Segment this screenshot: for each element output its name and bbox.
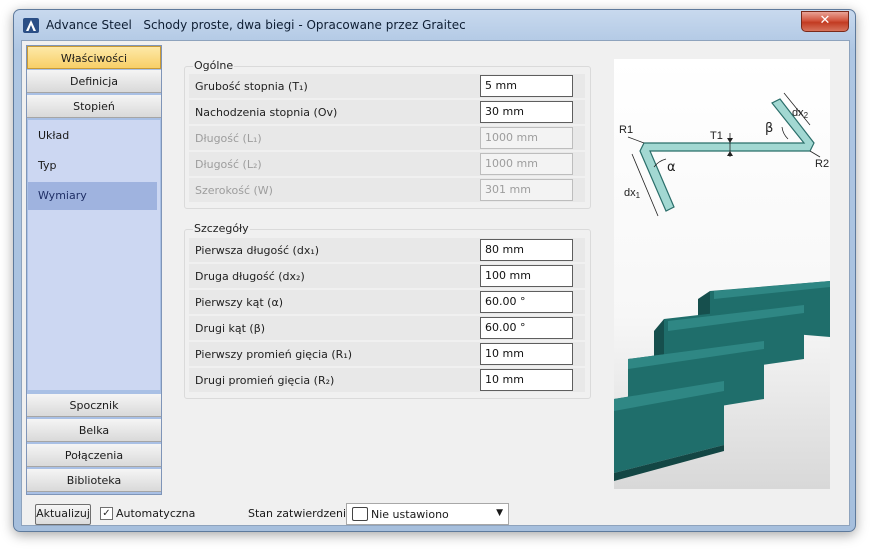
label-dx1: dx	[624, 187, 636, 199]
label-drugi-kat: Drugi kąt (β)	[195, 322, 266, 335]
label-drugi-promien: Drugi promień gięcia (R₂)	[195, 374, 335, 387]
label-alpha: α	[667, 160, 676, 175]
subitem-wymiary[interactable]: Wymiary	[28, 182, 157, 210]
input-dlugosc-l2: 1000 mm	[480, 153, 573, 175]
window-title: Advance Steel Schody proste, dwa biegi -…	[46, 18, 466, 32]
tab-biblioteka[interactable]: Biblioteka	[27, 469, 161, 492]
label-grubosc-stopnia: Grubość stopnia (T₁)	[195, 80, 308, 93]
subitem-uklad[interactable]: Układ	[28, 122, 157, 150]
dialog-window: Advance Steel Schody proste, dwa biegi -…	[13, 9, 856, 532]
title-bar[interactable]: Advance Steel Schody proste, dwa biegi -…	[14, 10, 855, 40]
input-drugi-promien[interactable]: 10 mm	[480, 369, 573, 391]
tab-definicja[interactable]: Definicja	[27, 70, 161, 93]
tab-belka[interactable]: Belka	[27, 419, 161, 442]
svg-text:dx1: dx1	[624, 187, 641, 200]
label-nachodzenia-stopnia: Nachodzenia stopnia (Ov)	[195, 106, 338, 119]
property-navigation: Właściwości Definicja Stopień Układ Typ …	[26, 45, 162, 495]
input-szerokosc: 301 mm	[480, 179, 573, 201]
automatic-checkbox[interactable]: ✓	[100, 507, 113, 520]
tab-polaczenia[interactable]: Połączenia	[27, 444, 161, 467]
label-r2: R2	[815, 158, 829, 170]
label-szerokosc: Szerokość (W)	[195, 184, 273, 197]
tab-spocznik[interactable]: Spocznik	[27, 394, 161, 417]
label-dx2: dx	[792, 107, 804, 119]
tab-stopien[interactable]: Stopień	[27, 95, 161, 118]
automatic-label: Automatyczna	[116, 507, 196, 520]
label-r1: R1	[619, 124, 633, 136]
close-button[interactable]: ✕	[801, 11, 849, 32]
label-druga-dlugosc: Druga długość (dx₂)	[195, 270, 305, 283]
input-pierwszy-kat[interactable]: 60.00 °	[480, 291, 573, 313]
label-pierwszy-promien: Pierwszy promień gięcia (R₁)	[195, 348, 353, 361]
label-beta: β	[765, 121, 773, 136]
tab-wlasciwosci[interactable]: Właściwości	[27, 46, 161, 69]
input-nachodzenia-stopnia[interactable]: 30 mm	[480, 101, 573, 123]
label-dlugosc-l1: Długość (L₁)	[195, 132, 262, 145]
step-illustration-panel: R1 T1 R2 α β dx1 dx2	[614, 59, 830, 489]
subitem-typ[interactable]: Typ	[28, 152, 157, 180]
stopien-subpanel: Układ Typ Wymiary	[28, 120, 160, 390]
input-dlugosc-l1: 1000 mm	[480, 127, 573, 149]
update-button[interactable]: Aktualizuj	[35, 504, 91, 525]
label-pierwsza-dlugosc: Pierwsza długość (dx₁)	[195, 244, 320, 257]
input-pierwszy-promien[interactable]: 10 mm	[480, 343, 573, 365]
approval-status-label: Stan zatwierdzenia	[248, 507, 353, 520]
group-general: Ogólne Grubość stopnia (T₁) 5 mm Nachodz…	[184, 59, 591, 209]
label-pierwszy-kat: Pierwszy kąt (α)	[195, 296, 283, 309]
label-t1: T1	[710, 130, 723, 142]
group-details-title: Szczegóły	[193, 222, 250, 235]
label-dlugosc-l2: Długość (L₂)	[195, 158, 262, 171]
approval-status-dropdown[interactable]: Nie ustawiono ▼	[346, 503, 509, 525]
dialog-client-area: Właściwości Definicja Stopień Układ Typ …	[21, 40, 850, 526]
group-details: Szczegóły Pierwsza długość (dx₁) 80 mm D…	[184, 222, 591, 399]
label-dx2-sub: 2	[804, 111, 809, 120]
input-pierwsza-dlugosc[interactable]: 80 mm	[480, 239, 573, 261]
status-color-swatch	[352, 507, 368, 521]
bottom-bar: Aktualizuj ✓ Automatyczna Stan zatwierdz…	[22, 496, 849, 525]
advance-steel-icon	[23, 18, 39, 33]
step-profile-diagram: R1 T1 R2 α β dx1 dx2	[614, 92, 830, 481]
input-druga-dlugosc[interactable]: 100 mm	[480, 265, 573, 287]
label-dx1-sub: 1	[636, 191, 641, 200]
chevron-down-icon: ▼	[496, 508, 503, 518]
svg-text:dx2: dx2	[792, 107, 809, 120]
input-drugi-kat[interactable]: 60.00 °	[480, 317, 573, 339]
group-general-title: Ogólne	[193, 59, 235, 72]
input-grubosc-stopnia[interactable]: 5 mm	[480, 75, 573, 97]
step-profile-section	[639, 98, 815, 212]
approval-status-value: Nie ustawiono	[371, 508, 449, 521]
